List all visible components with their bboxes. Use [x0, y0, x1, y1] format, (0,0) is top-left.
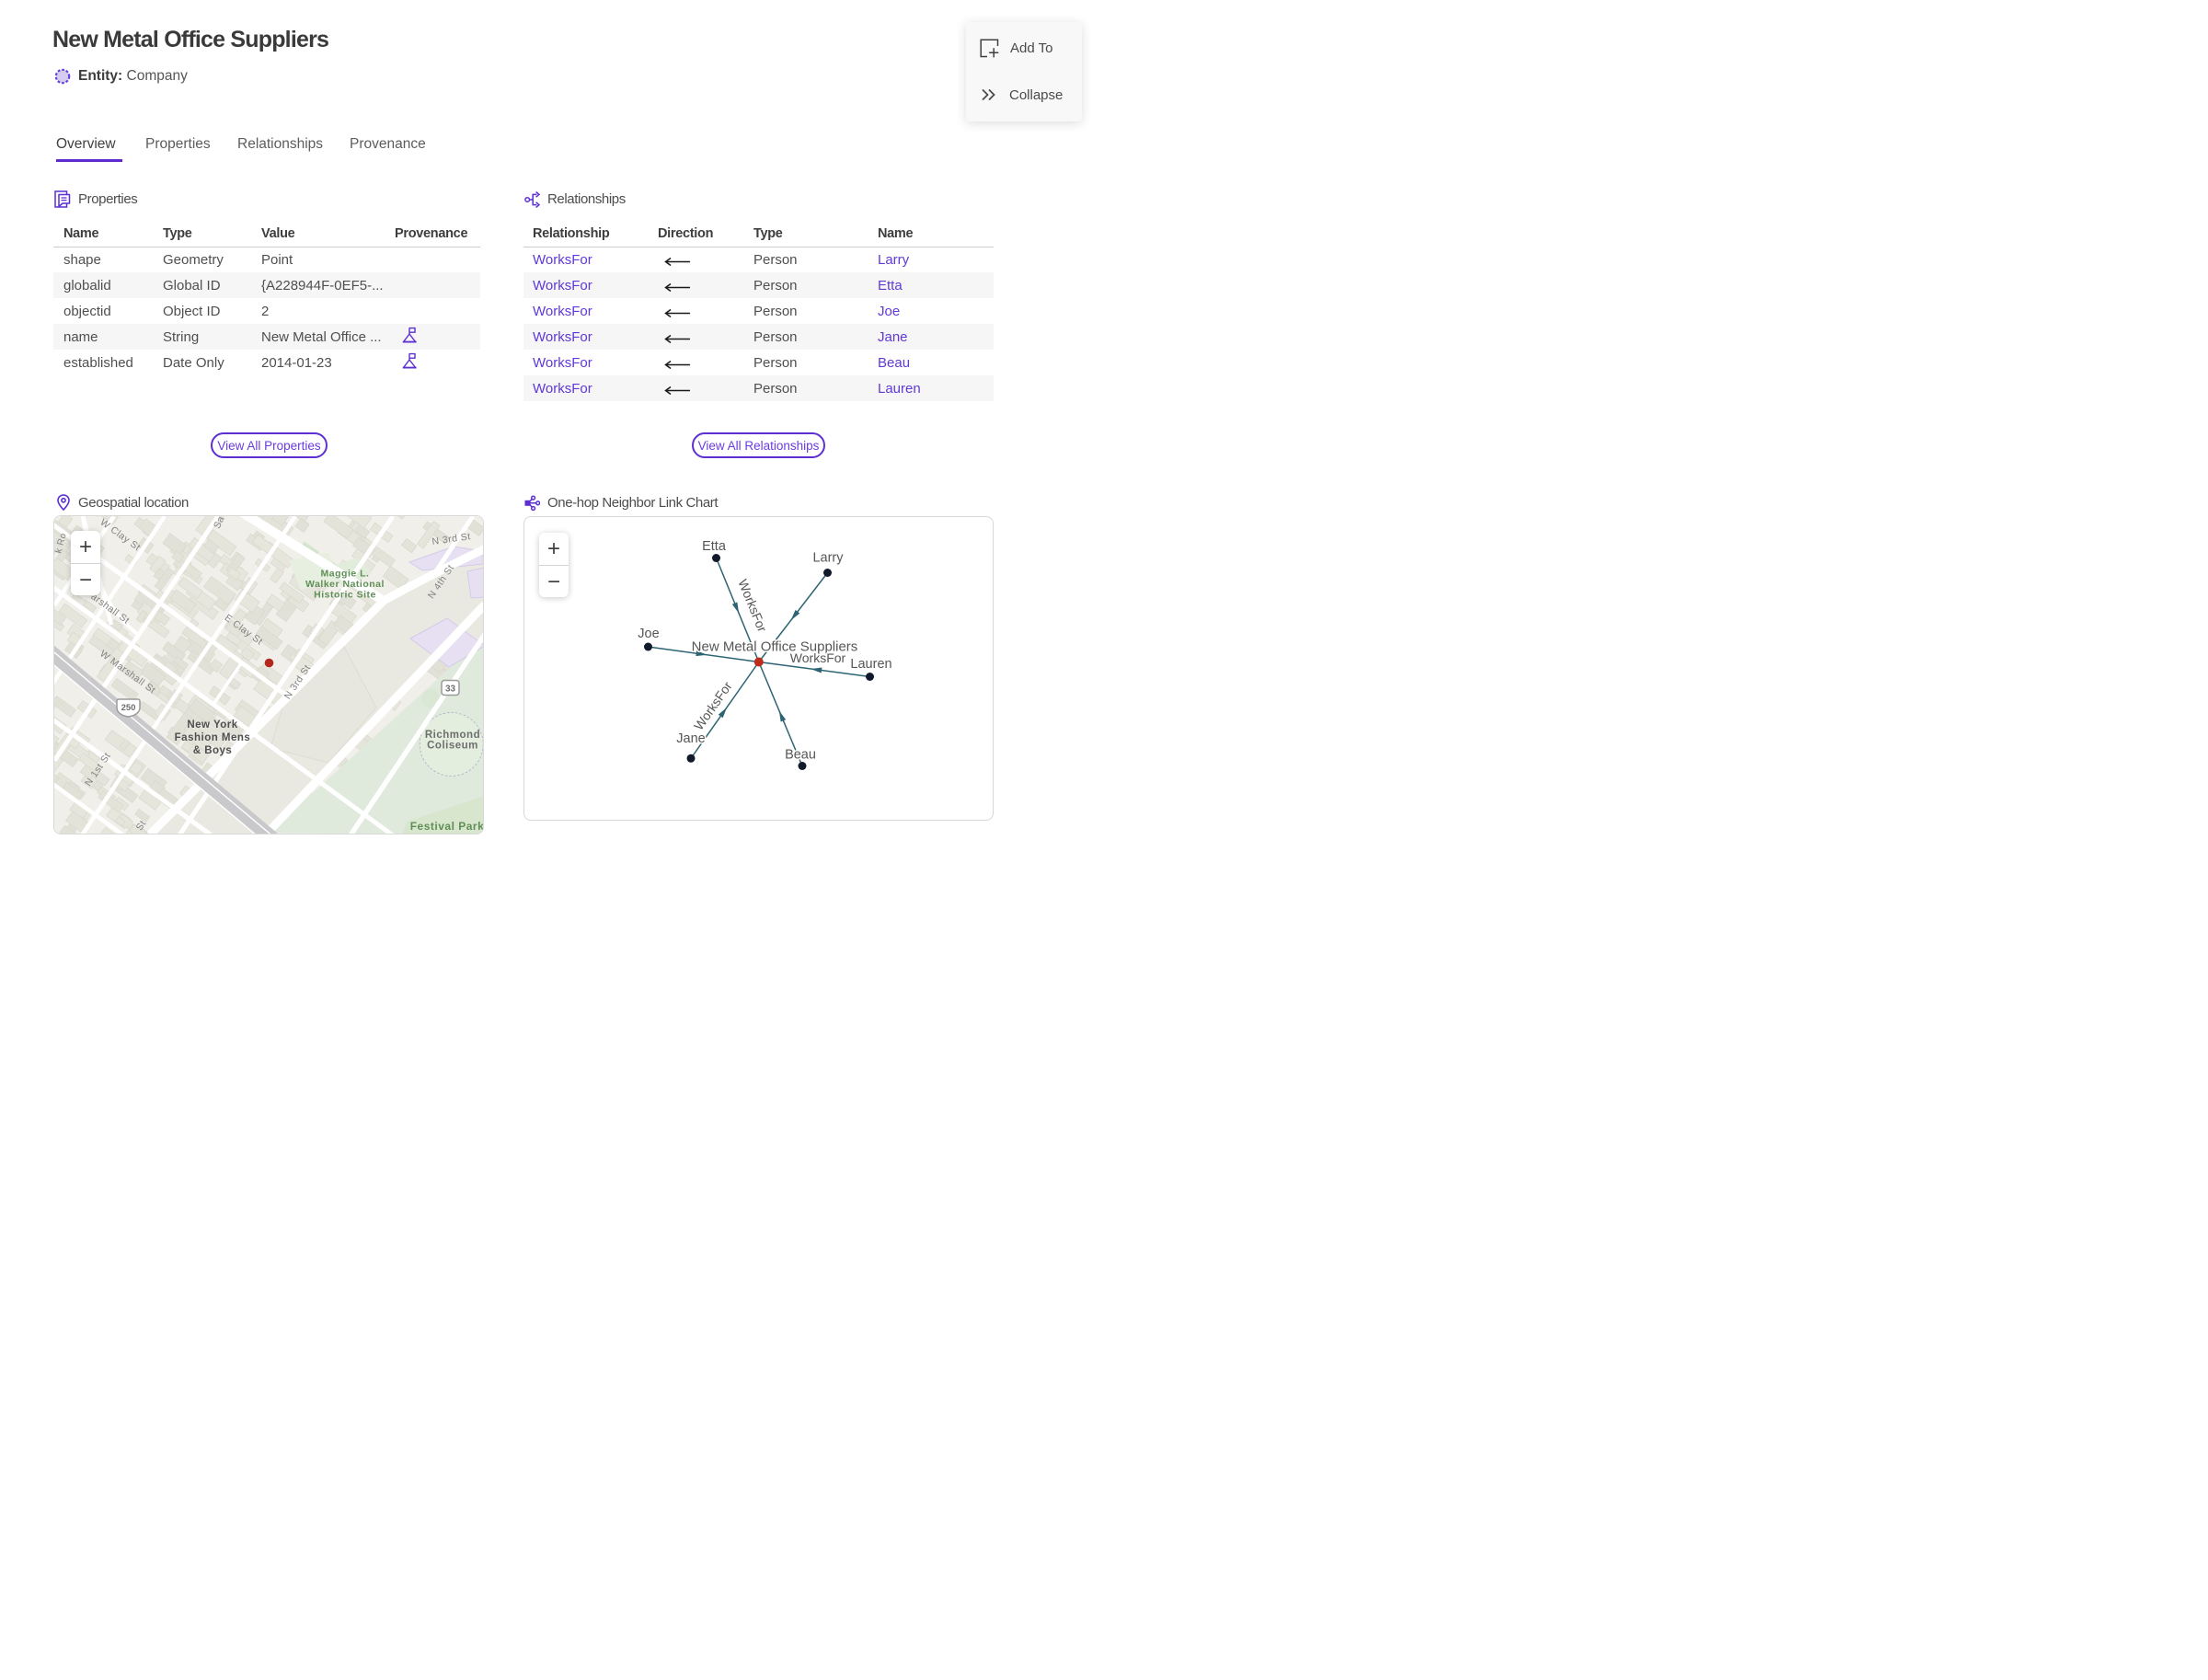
svg-text:Maggie L.: Maggie L.: [321, 569, 370, 580]
svg-text:Festival Park: Festival Park: [410, 820, 484, 833]
svg-text:Lauren: Lauren: [850, 657, 891, 672]
svg-text:Coliseum: Coliseum: [427, 741, 478, 752]
svg-text:Etta: Etta: [702, 539, 727, 554]
svg-text:New York: New York: [187, 719, 237, 731]
svg-text:33: 33: [445, 685, 456, 695]
svg-text:& Boys: & Boys: [193, 745, 233, 756]
svg-text:WorksFor: WorksFor: [735, 577, 770, 634]
svg-text:Jane: Jane: [676, 731, 705, 746]
svg-text:Beau: Beau: [785, 748, 816, 763]
svg-text:WorksFor: WorksFor: [790, 650, 846, 665]
svg-text:Fashion Mens: Fashion Mens: [175, 732, 251, 743]
svg-text:Joe: Joe: [638, 627, 659, 641]
svg-text:Walker National: Walker National: [305, 579, 385, 590]
svg-text:Larry: Larry: [812, 551, 844, 566]
svg-text:Historic Site: Historic Site: [314, 590, 376, 601]
svg-text:250: 250: [121, 703, 136, 713]
svg-text:Richmond: Richmond: [425, 730, 480, 741]
